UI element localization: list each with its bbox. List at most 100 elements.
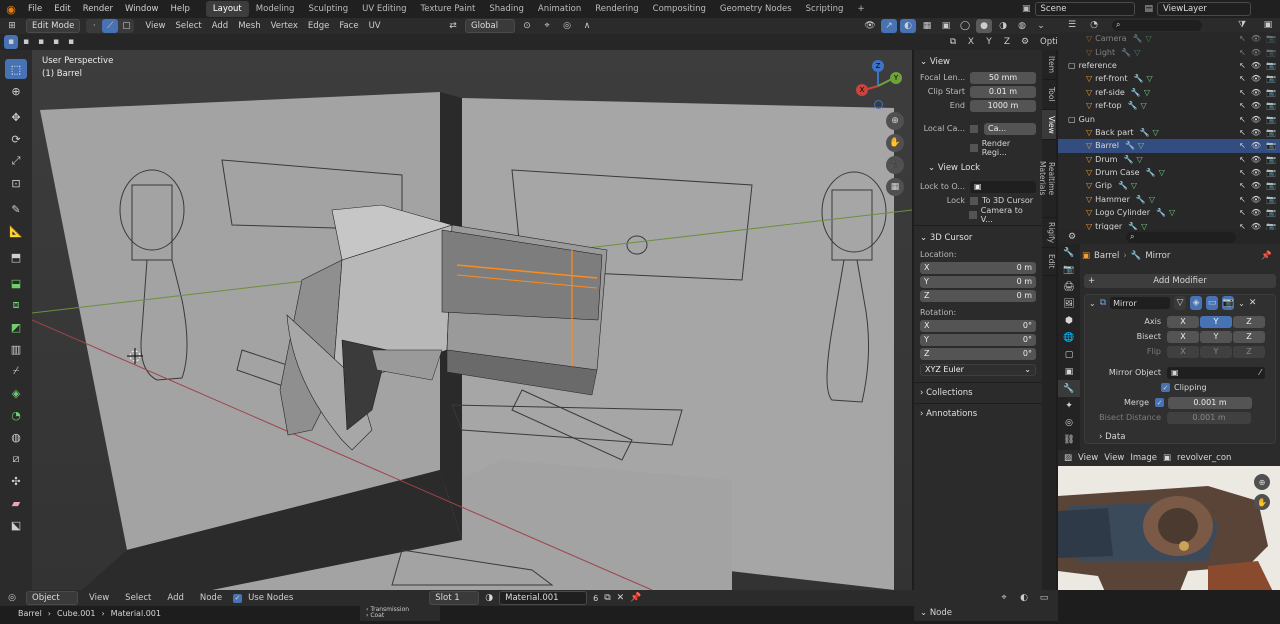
edge-slide-tool-icon[interactable]: ⧄ [5, 449, 27, 469]
output-tab-icon[interactable]: 🖨 [1058, 278, 1080, 295]
select-subtract-icon[interactable]: ▪ [34, 35, 48, 49]
select-new-icon[interactable]: ▪ [4, 35, 18, 49]
clip-start-field[interactable]: 0.01 m [970, 85, 1036, 98]
tab-layout[interactable]: Layout [205, 1, 249, 17]
merge-checkbox[interactable]: ✓ [1155, 398, 1164, 407]
editor-type-icon[interactable]: ⊞ [4, 19, 20, 33]
filter-icon[interactable]: ⧩ [1234, 18, 1250, 32]
menu-render[interactable]: Render [77, 4, 119, 14]
3d-cursor-header[interactable]: ⌄ 3D Cursor [914, 230, 1042, 246]
properties-editor-icon[interactable]: ⚙ [1064, 230, 1080, 244]
visibility-icon[interactable]: 👁 [862, 19, 878, 33]
tab-texture-paint[interactable]: Texture Paint [414, 1, 483, 17]
camera-render-icon[interactable]: 📷 [1266, 88, 1276, 97]
camera-render-icon[interactable]: 📷 [1266, 128, 1276, 137]
physics-tab-icon[interactable]: ◎ [1058, 414, 1080, 431]
outliner-row[interactable]: ▽ Hammer 🔧 ▽ ↖ 👁 📷 [1058, 193, 1280, 206]
loop-cut-tool-icon[interactable]: ▥ [5, 339, 27, 359]
render-toggle-icon[interactable]: 📷 [1222, 296, 1235, 310]
outliner-row[interactable]: ▽ Back part 🔧 ▽ ↖ 👁 📷 [1058, 126, 1280, 139]
menu-face[interactable]: Face [334, 21, 363, 31]
material-name-field[interactable]: Material.001 [499, 591, 588, 605]
sidebar-tab-rigify[interactable]: Rigify [1042, 218, 1056, 248]
select-intersect-icon[interactable]: ▪ [64, 35, 78, 49]
knife-tool-icon[interactable]: ⌿ [5, 361, 27, 381]
menu-select[interactable]: Select [171, 21, 207, 31]
node-editor-icon[interactable]: ◎ [4, 591, 20, 605]
add-workspace-icon[interactable]: + [850, 1, 871, 17]
eye-icon[interactable]: 👁 [1251, 88, 1261, 97]
camera-render-icon[interactable]: 📷 [1266, 48, 1276, 57]
cursor-location-y[interactable]: Y 0 m [920, 275, 1036, 288]
scene-selector[interactable]: Scene [1034, 2, 1135, 16]
cursor-tool-icon[interactable]: ⊕ [5, 81, 27, 101]
data-subpanel-header[interactable]: › Data [1085, 432, 1275, 442]
inset-tool-icon[interactable]: ⧈ [5, 295, 27, 315]
unlink-material-icon[interactable]: ✕ [617, 593, 625, 603]
select-box-tool-icon[interactable]: ⬚ [5, 59, 27, 79]
node-menu-add[interactable]: Add [162, 593, 188, 603]
menu-vertex[interactable]: Vertex [266, 21, 303, 31]
annotations-header[interactable]: › Annotations [914, 406, 1042, 422]
falloff-icon[interactable]: ∧ [579, 19, 595, 33]
select-toggle-icon[interactable]: ↖ [1239, 141, 1246, 150]
clipping-checkbox[interactable]: ✓ [1161, 383, 1170, 392]
bisect-distance-field[interactable]: 0.001 m [1167, 411, 1251, 424]
select-toggle-icon[interactable]: ↖ [1239, 74, 1246, 83]
move-tool-icon[interactable]: ✥ [5, 107, 27, 127]
edit-options-icon[interactable]: ⚙ [1017, 35, 1033, 49]
collections-header[interactable]: › Collections [914, 385, 1042, 401]
camera-render-icon[interactable]: 📷 [1266, 61, 1276, 70]
constraints-tab-icon[interactable]: ⛓ [1058, 431, 1080, 448]
solid-shading-icon[interactable]: ● [976, 19, 992, 33]
outliner-row[interactable]: ▢ reference ↖ 👁 📷 [1058, 59, 1280, 72]
eye-icon[interactable]: 👁 [1251, 101, 1261, 110]
scale-tool-icon[interactable]: ⤢ [5, 151, 27, 171]
pin-material-icon[interactable]: 📌 [630, 593, 641, 603]
select-toggle-icon[interactable]: ↖ [1239, 88, 1246, 97]
cursor-location-z[interactable]: Z 0 m [920, 289, 1036, 302]
display-mode-icon[interactable]: ◔ [1086, 18, 1102, 32]
tab-animation[interactable]: Animation [531, 1, 588, 17]
face-select-icon[interactable]: ▢ [118, 19, 134, 33]
fake-user-icon[interactable]: ⧉ [604, 593, 610, 603]
node-menu-select[interactable]: Select [120, 593, 156, 603]
mirror-y-toggle[interactable]: Y [981, 35, 997, 49]
mirror-z-toggle[interactable]: Z [999, 35, 1015, 49]
transform-tool-icon[interactable]: ⊡ [5, 173, 27, 193]
select-toggle-icon[interactable]: ↖ [1239, 34, 1246, 43]
node-overlay-icon[interactable]: ◐ [1016, 591, 1032, 605]
eye-icon[interactable]: 👁 [1251, 168, 1261, 177]
camera-view-icon[interactable]: 🎥 [886, 156, 904, 174]
camera-render-icon[interactable]: 📷 [1266, 208, 1276, 217]
outliner-row[interactable]: ▽ ref-top 🔧 ▽ ↖ 👁 📷 [1058, 99, 1280, 112]
axis-x-toggle[interactable]: X [1167, 315, 1199, 328]
pin-icon[interactable]: 📌 [1261, 251, 1272, 261]
eye-icon[interactable]: 👁 [1251, 48, 1261, 57]
camera-render-icon[interactable]: 📷 [1266, 168, 1276, 177]
edit-mode-toggle-icon[interactable]: ▽ [1174, 296, 1187, 310]
select-extend-icon[interactable]: ▪ [19, 35, 33, 49]
image-pan-icon[interactable]: ✋ [1254, 494, 1270, 510]
view-layer-selector[interactable]: ViewLayer [1157, 2, 1252, 16]
xray-icon[interactable]: ▣ [938, 19, 954, 33]
modifier-menu-icon[interactable]: ⌄ [1238, 299, 1245, 308]
sidebar-tab-view[interactable]: View [1042, 110, 1056, 140]
vertex-select-icon[interactable]: · [86, 19, 102, 33]
world-tab-icon[interactable]: 🌐 [1058, 329, 1080, 346]
tab-modeling[interactable]: Modeling [249, 1, 302, 17]
blender-logo-icon[interactable]: ◉ [4, 2, 18, 16]
node-panel-header[interactable]: ⌄ Node [914, 606, 1058, 621]
camera-render-icon[interactable]: 📷 [1266, 181, 1276, 190]
flip-y-toggle[interactable]: Y [1200, 345, 1232, 358]
outliner-row[interactable]: ▽ Logo Cylinder 🔧 ▽ ↖ 👁 📷 [1058, 206, 1280, 219]
use-nodes-checkbox[interactable]: ✓ [233, 593, 243, 603]
select-toggle-icon[interactable]: ↖ [1239, 181, 1246, 190]
image-editor-menu-image[interactable]: Image [1130, 453, 1157, 463]
new-collection-icon[interactable]: ▣ [1260, 18, 1276, 32]
cursor-rotation-y[interactable]: Y 0° [920, 333, 1036, 346]
camera-render-icon[interactable]: 📷 [1266, 195, 1276, 204]
rotation-mode-select[interactable]: XYZ Euler ⌄ [920, 363, 1036, 376]
material-shading-icon[interactable]: ◑ [995, 19, 1011, 33]
outliner-search-input[interactable]: ⌕ [1112, 19, 1202, 31]
